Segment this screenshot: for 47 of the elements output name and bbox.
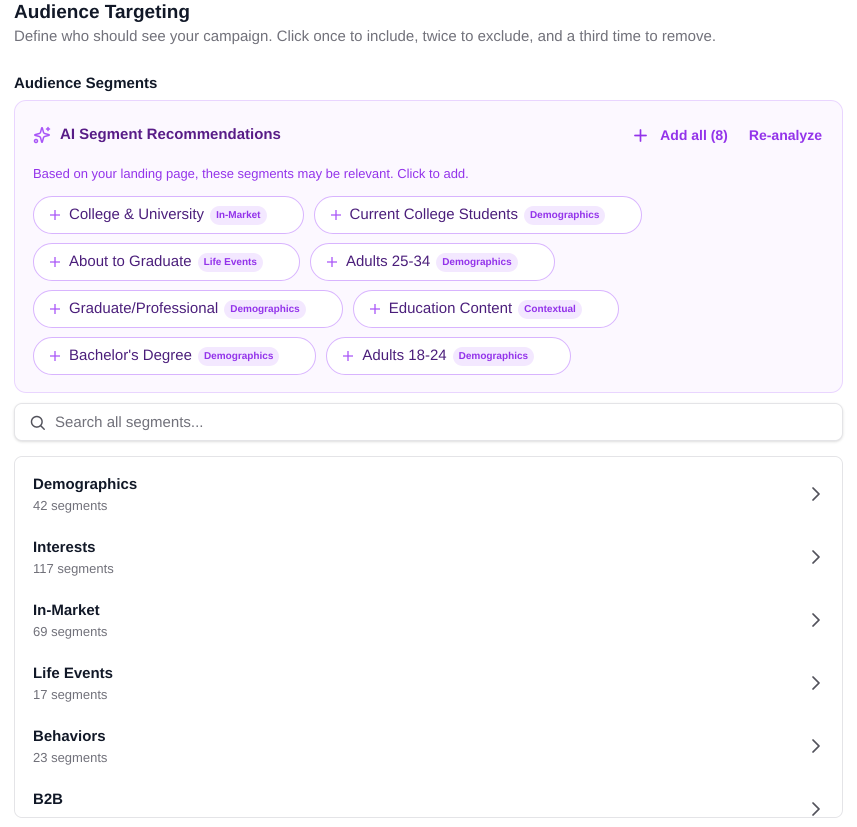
sparkles-icon: [33, 126, 51, 144]
category-badge: Demographics: [436, 252, 518, 272]
segment-suggestion-chip[interactable]: Adults 18-24 Demographics: [326, 337, 572, 375]
segment-suggestion-chip[interactable]: Education Content Contextual: [352, 290, 619, 328]
category-badge: Contextual: [518, 300, 582, 318]
segment-category-item[interactable]: Demographics 42 segments: [15, 463, 842, 526]
segment-suggestion-chip[interactable]: Graduate/Professional Demographics: [33, 290, 343, 328]
category-badge: Demographics: [524, 206, 606, 224]
segment-category-item[interactable]: Behaviors 23 segments: [15, 715, 842, 778]
chevron-right-icon: [812, 550, 820, 564]
page-subtitle: Define who should see your campaign. Click once to include, twice to exclude, and a third time to remove.: [14, 27, 718, 47]
segment-category-item[interactable]: B2B: [15, 778, 842, 817]
plus-icon: [343, 351, 354, 361]
chevron-right-icon: [812, 739, 820, 753]
page-title: Audience Targeting: [14, 1, 191, 25]
chevron-right-icon: [812, 802, 820, 816]
chevron-right-icon: [812, 676, 820, 690]
search-field[interactable]: Search all segments...: [14, 403, 843, 441]
plus-icon: [370, 304, 380, 314]
segment-category-item[interactable]: Life Events 17 segments: [15, 652, 842, 715]
segment-category-item[interactable]: In-Market 69 segments: [15, 589, 842, 652]
category-badge: Demographics: [224, 300, 306, 318]
chevron-right-icon: [812, 487, 820, 501]
category-badge: Demographics: [198, 346, 280, 366]
plus-icon: [634, 128, 648, 142]
chevron-right-icon: [812, 613, 820, 627]
search-icon: [29, 414, 46, 431]
segment-suggestion-chip[interactable]: Current College Students Demographics: [314, 196, 642, 234]
category-badge: Demographics: [452, 346, 534, 366]
add-all-button[interactable]: Add all (8): [626, 122, 736, 148]
plus-icon: [326, 257, 337, 267]
recommendations-title: AI Segment Recommendations: [60, 125, 281, 145]
category-badge: Life Events: [198, 252, 263, 272]
segment-category-item[interactable]: Interests 117 segments: [15, 526, 842, 589]
segment-suggestion-chip[interactable]: Bachelor's Degree Demographics: [33, 337, 316, 375]
plus-icon: [50, 257, 60, 267]
category-badge: In-Market: [210, 206, 267, 224]
plus-icon: [50, 210, 60, 220]
reanalyze-button[interactable]: Re-analyze: [740, 122, 830, 148]
recommendations-description: Based on your landing page, these segments may be relevant. Click to add.: [33, 165, 470, 183]
segment-suggestion-chip[interactable]: College & University In-Market: [33, 196, 304, 234]
segment-suggestion-chip[interactable]: Adults 25-34 Demographics: [310, 243, 555, 281]
plus-icon: [50, 351, 60, 361]
section-title: Audience Segments: [14, 74, 158, 94]
plus-icon: [330, 210, 341, 220]
plus-icon: [50, 304, 60, 314]
segment-suggestion-chip[interactable]: About to Graduate Life Events: [33, 243, 300, 281]
